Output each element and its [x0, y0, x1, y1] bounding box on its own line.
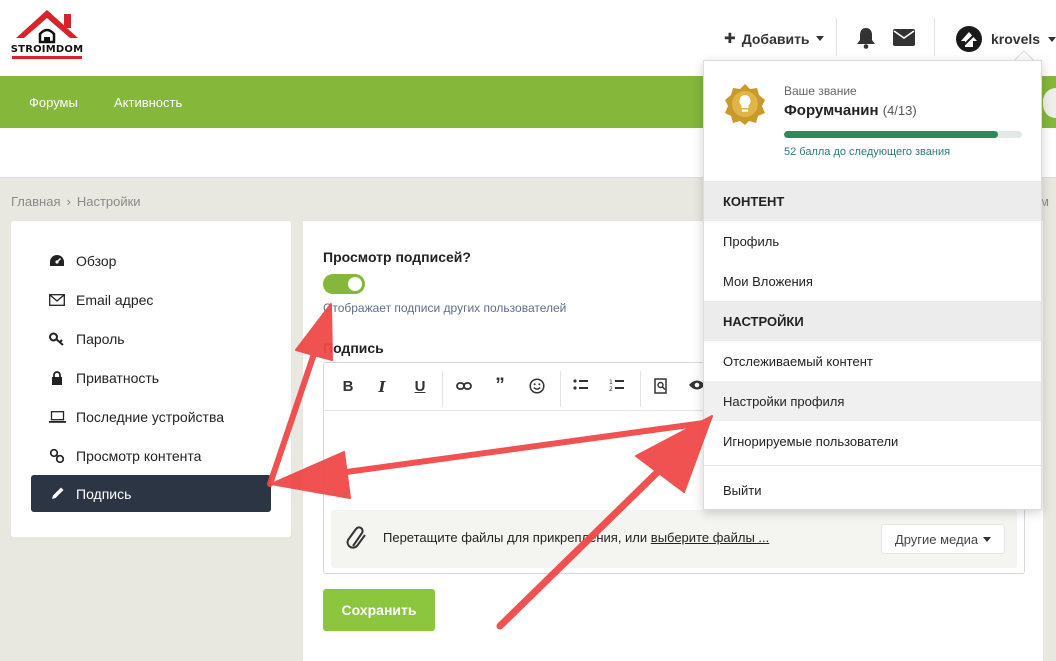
breadcrumb: Главная › Настройки	[11, 194, 141, 209]
toolbar-divider	[560, 371, 561, 407]
sidebar-item-label: Последние устройства	[76, 408, 225, 425]
nav-forums[interactable]: Форумы	[29, 95, 78, 110]
mail-icon[interactable]	[893, 29, 915, 49]
sidebar-item-password[interactable]: Пароль	[31, 320, 271, 357]
bullet-list-icon[interactable]	[570, 378, 592, 396]
attachment-text: Перетащите файлы для прикрепления, или в…	[383, 530, 769, 545]
sidebar-item-overview[interactable]: Обзор	[31, 242, 271, 279]
sidebar-item-label: Пароль	[76, 330, 125, 347]
sidebar-item-label: Подпись	[76, 485, 132, 502]
user-menu[interactable]: krovels	[955, 25, 1056, 53]
settings-sidebar: Обзор Email адрес Пароль Приватность Пос…	[11, 221, 291, 537]
nav-activity[interactable]: Активность	[114, 95, 182, 110]
lock-icon	[48, 369, 66, 387]
svg-text:2: 2	[609, 386, 613, 392]
menu-section-content: КОНТЕНТ	[704, 181, 1041, 221]
plus-icon: ✚	[724, 30, 736, 46]
header-divider	[934, 18, 935, 56]
rank-progress-fill	[784, 131, 999, 138]
username: krovels	[991, 31, 1041, 47]
laptop-icon	[48, 408, 66, 426]
attachment-dropzone[interactable]: Перетащите файлы для прикрепления, или в…	[331, 510, 1017, 568]
sidebar-item-label: Приватность	[76, 369, 160, 386]
svg-text:1: 1	[609, 379, 613, 386]
rank-name: Форумчанин (4/13)	[784, 102, 917, 119]
dashboard-icon	[48, 252, 66, 270]
add-button-label: Добавить	[741, 30, 810, 47]
breadcrumb-settings[interactable]: Настройки	[77, 194, 141, 209]
menu-divider	[704, 465, 1041, 466]
avatar	[955, 25, 983, 53]
rank-count: (4/13)	[882, 103, 917, 118]
save-button[interactable]: Сохранить	[323, 589, 435, 631]
house-logo-icon	[12, 10, 82, 59]
menu-item-profile-settings[interactable]: Настройки профиля	[704, 381, 1041, 421]
smiley-icon[interactable]	[526, 378, 548, 398]
rank-progress-bar	[784, 131, 1022, 138]
menu-section-settings: НАСТРОЙКИ	[704, 301, 1041, 341]
header-divider	[836, 18, 837, 56]
italic-icon[interactable]: I	[371, 378, 393, 396]
sidebar-item-label: Просмотр контента	[76, 447, 202, 464]
paperclip-icon	[346, 526, 366, 549]
chevron-down-icon	[983, 536, 992, 542]
site-logo[interactable]: STROIMDOM	[10, 8, 84, 66]
rank-next-text: 52 балла до следующего звания	[784, 146, 951, 158]
rank-label: Ваше звание	[784, 84, 857, 98]
rank-title: Форумчанин	[784, 102, 879, 119]
bell-icon[interactable]	[856, 27, 876, 52]
chevron-right-icon: ›	[66, 194, 71, 209]
link-icon	[48, 447, 66, 465]
sidebar-item-label: Email адрес	[76, 291, 154, 308]
add-button[interactable]: ✚ Добавить	[724, 30, 824, 47]
account-dropdown: Ваше звание Форумчанин (4/13) 52 балла д…	[703, 60, 1042, 510]
chevron-down-icon	[815, 36, 824, 41]
view-signatures-toggle[interactable]	[323, 274, 365, 294]
quote-icon[interactable]: ”	[489, 375, 511, 397]
envelope-icon	[48, 291, 66, 309]
sidebar-item-devices[interactable]: Последние устройства	[31, 398, 271, 435]
signature-label: Подпись	[323, 340, 384, 356]
other-media-button[interactable]: Другие медиа	[881, 524, 1005, 554]
sidebar-item-label: Обзор	[76, 252, 117, 269]
logo-text: STROIMDOM	[10, 44, 84, 55]
sidebar-item-content-view[interactable]: Просмотр контента	[31, 437, 271, 474]
pencil-icon	[48, 485, 66, 503]
menu-item-watched-content[interactable]: Отслеживаемый контент	[704, 341, 1041, 381]
underline-icon[interactable]: U	[409, 378, 431, 395]
view-signatures-hint: Отображает подписи других пользователей	[323, 301, 567, 315]
key-icon	[48, 330, 66, 348]
bold-icon[interactable]: B	[337, 378, 359, 395]
link-icon[interactable]	[453, 378, 475, 395]
choose-files-link[interactable]: выберите файлы ...	[651, 530, 770, 545]
attachment-instructions: Перетащите файлы для прикрепления, или	[383, 530, 648, 545]
menu-item-ignored-users[interactable]: Игнорируемые пользователи	[704, 421, 1041, 461]
menu-item-attachments[interactable]: Мои Вложения	[704, 261, 1041, 301]
menu-item-profile[interactable]: Профиль	[704, 221, 1041, 261]
toolbar-divider	[640, 371, 641, 407]
view-signatures-label: Просмотр подписей?	[323, 249, 471, 265]
menu-item-logout[interactable]: Выйти	[704, 470, 1041, 510]
toolbar-divider	[442, 371, 443, 407]
sidebar-item-privacy[interactable]: Приватность	[31, 359, 271, 396]
sidebar-item-signature[interactable]: Подпись	[31, 475, 271, 512]
breadcrumb-home[interactable]: Главная	[11, 194, 60, 209]
lightbulb-badge-icon	[725, 84, 765, 125]
other-media-label: Другие медиа	[894, 531, 979, 547]
preview-icon[interactable]	[650, 378, 672, 398]
chevron-down-icon	[1048, 36, 1056, 42]
numbered-list-icon[interactable]: 12	[606, 378, 628, 396]
sidebar-item-email[interactable]: Email адрес	[31, 281, 271, 318]
